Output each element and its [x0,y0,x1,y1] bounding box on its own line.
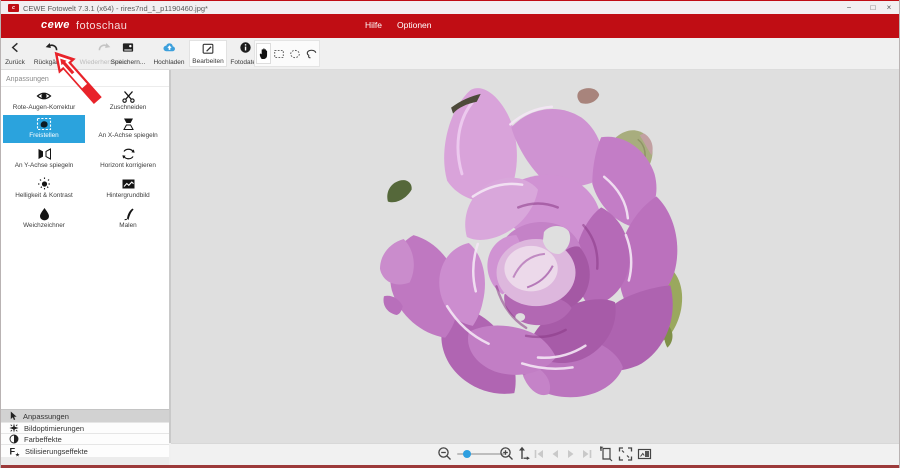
scissors-icon [121,89,136,103]
last-image-button[interactable] [581,448,593,460]
next-image-button[interactable] [565,448,577,460]
panel-farbeffekte[interactable]: Farbeffekte [1,433,169,444]
close-button[interactable]: × [879,2,899,14]
tool-straighten-horizon[interactable]: Horizont korrigieren [87,145,169,173]
fullscreen-button[interactable] [618,446,633,462]
lasso-icon [305,48,318,60]
background-image-icon [121,177,136,191]
tool-flip-y-axis[interactable]: An Y-Achse spiegeln [3,145,85,173]
frame-crop-button[interactable] [599,446,614,462]
rotate-view-button[interactable] [637,446,653,462]
tool-flip-x-axis[interactable]: An X-Achse spiegeln [87,115,169,143]
menu-bar: cewe fotoschau Hilfe Optionen [1,14,899,38]
save-icon [121,41,135,54]
info-icon [239,41,252,54]
upload-button[interactable]: Hochladen [149,40,189,67]
lasso-tool[interactable] [304,43,319,64]
rotate-horizon-icon [121,147,136,161]
first-image-button[interactable] [533,448,545,460]
tool-soften[interactable]: Weichzeichner [3,205,85,233]
menu-optionen[interactable]: Optionen [397,20,432,30]
selection-tools-group [254,40,320,67]
zoom-out-button[interactable] [437,446,453,462]
tool-brightness-contrast[interactable]: Helligkeit & Kontrast [3,175,85,203]
panel-stilisierungseffekte[interactable]: F ★ Stilisierungseffekte [1,444,169,457]
half-circle-icon [9,434,19,444]
menu-hilfe[interactable]: Hilfe [365,20,382,30]
sidebar-header: Anpassungen [6,76,49,83]
previous-image-button[interactable] [549,448,561,460]
annotation-arrow-to-undo [45,47,109,107]
cursor-arrow-icon [9,411,18,421]
dashed-ellipse-icon [289,48,301,60]
fx-star-icon: F ★ [9,446,20,457]
app-logo-icon: c [8,4,19,12]
rect-select-tool[interactable] [272,43,287,64]
window-title: CEWE Fotowelt 7.3.1 (x64) - rires7nd_1_p… [23,4,208,13]
ellipse-select-tool[interactable] [288,43,303,64]
tool-paint[interactable]: Malen [87,205,169,233]
edit-button[interactable]: Bearbeiten [189,40,227,67]
flip-vertical-axis-icon [37,147,52,161]
flower-image [379,80,695,401]
cloud-upload-icon [162,41,177,54]
panel-anpassungen[interactable]: Anpassungen [1,409,169,422]
paint-pen-icon [122,207,135,221]
hand-icon [258,47,269,60]
water-drop-icon [38,207,51,221]
app-name: fotoschau [76,20,127,32]
cewe-fotoschau-window: c CEWE Fotowelt 7.3.1 (x64) - rires7nd_1… [0,0,900,468]
tool-background-image[interactable]: Hintergrundbild [87,175,169,203]
cutout-icon [36,117,52,131]
chevron-left-icon [9,41,22,54]
zoom-slider-handle[interactable] [463,450,471,458]
svg-text:★: ★ [15,451,20,456]
dashed-rectangle-icon [273,48,285,60]
title-bar: c CEWE Fotowelt 7.3.1 (x64) - rires7nd_1… [1,0,899,14]
panel-bildoptimierungen[interactable]: Bildoptimierungen [1,422,169,433]
sparkle-icon [9,423,19,433]
sidebar-footer [1,457,169,465]
save-button[interactable]: Speichern... [105,40,151,67]
minimize-button[interactable]: − [839,2,859,14]
original-size-button[interactable] [516,446,531,462]
zoom-in-button[interactable] [499,446,515,462]
sun-icon [37,177,52,191]
back-button[interactable]: Zurück [2,40,28,67]
tool-cutout-selected[interactable]: Freistellen [3,115,85,143]
edit-pencil-icon [201,42,215,55]
flip-horizontal-axis-icon [121,117,136,131]
hand-tool[interactable] [256,43,271,64]
cewe-logo: cewe [41,19,70,31]
